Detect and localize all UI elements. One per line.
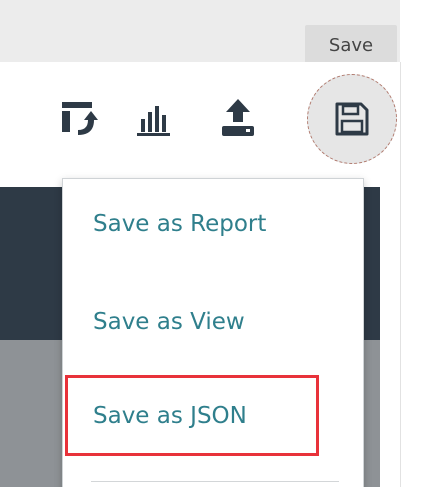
save-as-view-item[interactable]: Save as View bbox=[93, 309, 245, 335]
save-as-json-item[interactable]: Save as JSON bbox=[93, 403, 247, 429]
upload-icon[interactable] bbox=[218, 97, 258, 139]
right-gutter bbox=[400, 0, 421, 487]
save-tooltip: Save bbox=[305, 25, 397, 67]
save-icon[interactable] bbox=[334, 101, 370, 137]
bar-chart-icon[interactable] bbox=[135, 102, 175, 136]
right-divider bbox=[400, 62, 401, 487]
pivot-icon[interactable] bbox=[60, 100, 100, 136]
save-dropdown-menu: Save as Report Save as View Save as JSON bbox=[62, 178, 364, 487]
app-screen: Save Save as Report Save as View Save as… bbox=[0, 0, 421, 487]
menu-divider bbox=[91, 481, 339, 482]
save-as-report-item[interactable]: Save as Report bbox=[93, 211, 266, 237]
